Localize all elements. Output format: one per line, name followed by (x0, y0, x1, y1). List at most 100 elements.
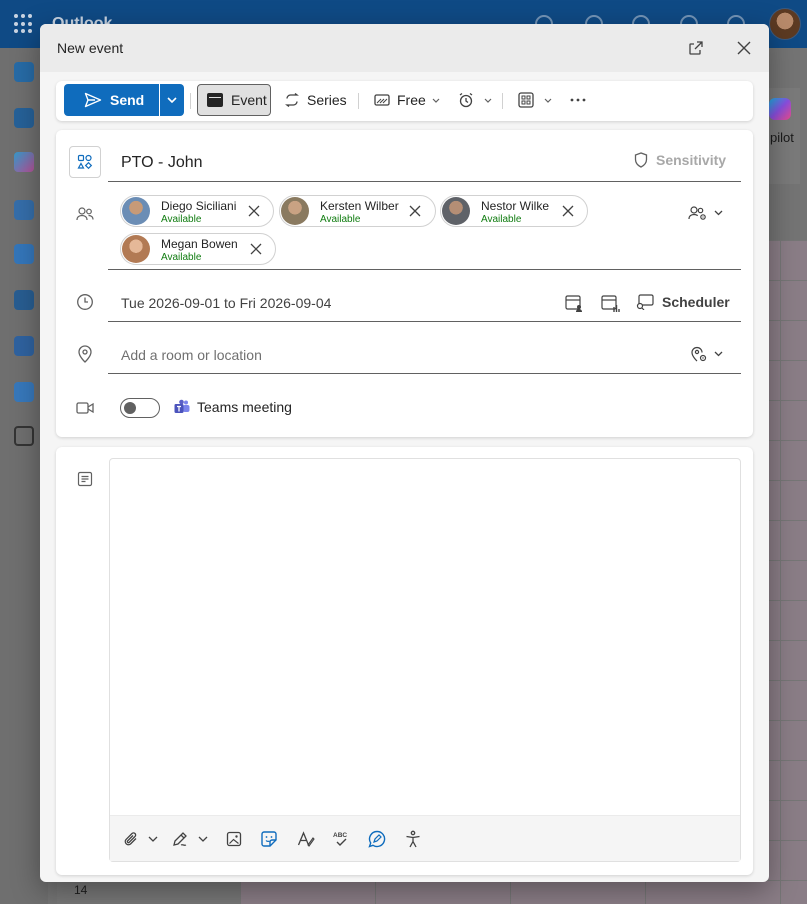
attendee-avatar (122, 197, 150, 225)
attendee-chip[interactable]: Nestor Wilke Available (440, 195, 588, 227)
toolbar-divider (502, 93, 503, 109)
accessibility-icon (406, 830, 420, 848)
location-icon (76, 345, 94, 363)
editor-icon (368, 830, 386, 848)
apps-button[interactable] (518, 84, 552, 116)
signature-options-button[interactable] (193, 829, 213, 849)
repeat-icon (285, 93, 299, 107)
series-label: Series (307, 92, 347, 108)
dialog-header: New event (40, 24, 769, 72)
insert-picture-button[interactable] (224, 829, 244, 849)
attendee-options-button[interactable] (688, 205, 723, 221)
editor-button[interactable] (367, 829, 387, 849)
chevron-down-icon (167, 97, 177, 103)
spell-check-icon: ABC (333, 832, 347, 846)
attach-options-button[interactable] (143, 829, 163, 849)
mail-icon[interactable] (14, 62, 34, 82)
category-button[interactable] (69, 146, 101, 178)
reminder-button[interactable] (458, 84, 492, 116)
people-settings-icon (688, 206, 706, 220)
remove-attendee-icon[interactable] (408, 204, 422, 218)
location-input[interactable]: Add a room or location (121, 347, 262, 363)
attendee-avatar (281, 197, 309, 225)
toggle-knob (124, 402, 136, 414)
more-options-button[interactable] (570, 84, 586, 116)
todo-icon[interactable] (14, 244, 34, 264)
attendee-name: Nestor Wilke (481, 199, 550, 213)
send-icon (84, 92, 102, 108)
date-range-picker[interactable]: Tue 2026-09-01 to Fri 2026-09-04 (121, 295, 331, 311)
event-type-button[interactable]: Event (197, 84, 271, 116)
emoji-icon (261, 831, 277, 847)
remove-attendee-icon[interactable] (249, 242, 263, 256)
scheduler-button[interactable]: Scheduler (636, 294, 730, 310)
files-icon[interactable] (14, 290, 34, 310)
attendee-name: Diego Siciliani (161, 199, 237, 213)
attendee-status: Available (481, 214, 522, 225)
chevron-down-icon (714, 210, 723, 216)
pop-out-button[interactable] (684, 36, 708, 60)
attendee-chip[interactable]: Diego Siciliani Available (120, 195, 274, 227)
calendar-chart-icon[interactable] (600, 293, 620, 313)
emoji-button[interactable] (259, 829, 279, 849)
onedrive-icon[interactable] (14, 382, 34, 402)
video-icon (76, 399, 94, 417)
chevron-down-icon (432, 98, 440, 103)
show-as-icon (374, 94, 390, 106)
chevron-down-icon (714, 351, 723, 357)
close-icon (737, 41, 751, 55)
calendar-icon (207, 93, 223, 107)
svg-text:ABC: ABC (333, 832, 347, 839)
send-options-button[interactable] (160, 84, 184, 116)
room-finder-button[interactable] (690, 345, 723, 363)
toolbar-divider (190, 93, 191, 109)
remove-attendee-icon[interactable] (247, 204, 261, 218)
copilot-rail-icon[interactable] (14, 152, 34, 172)
signature-button[interactable] (171, 829, 191, 849)
attendees-underline (108, 269, 741, 270)
image-icon (226, 831, 242, 847)
teams-meeting-toggle[interactable] (120, 398, 160, 418)
text-format-icon (297, 831, 315, 847)
apps-icon (518, 92, 534, 108)
org-icon[interactable] (14, 336, 34, 356)
app-launcher-icon[interactable] (14, 14, 34, 34)
teams-meeting-option: Teams meeting (174, 399, 292, 415)
scheduler-label: Scheduler (662, 294, 730, 310)
dialog-title: New event (57, 40, 124, 56)
people-rail-icon[interactable] (14, 200, 34, 220)
send-button[interactable]: Send (64, 84, 159, 116)
series-button[interactable]: Series (284, 84, 347, 116)
chevron-down-icon (198, 836, 208, 842)
spell-check-button[interactable]: ABC (331, 829, 351, 849)
chevron-down-icon (544, 98, 552, 103)
location-underline (108, 373, 741, 374)
attendee-chip[interactable]: Kersten Wilber Available (279, 195, 436, 227)
attendee-status: Available (161, 214, 202, 225)
attendee-avatar (442, 197, 470, 225)
send-label: Send (110, 92, 145, 108)
paperclip-icon (124, 832, 137, 846)
attach-button[interactable] (121, 829, 141, 849)
sensitivity-button[interactable]: Sensitivity (634, 152, 726, 168)
format-text-button[interactable] (296, 829, 316, 849)
event-toolbar: Send Event Series Free (56, 81, 753, 121)
shield-icon (634, 152, 648, 168)
attendee-chip[interactable]: Megan Bowen Available (120, 233, 276, 265)
accessibility-button[interactable] (403, 829, 423, 849)
pop-out-icon (689, 41, 703, 55)
calendar-rail-icon[interactable] (14, 108, 34, 128)
more-apps-icon[interactable] (14, 426, 34, 446)
remove-attendee-icon[interactable] (561, 204, 575, 218)
user-avatar[interactable] (769, 8, 801, 40)
calendar-person-icon[interactable] (564, 293, 584, 313)
show-as-button[interactable]: Free (374, 84, 440, 116)
event-body-editor[interactable]: ABC (109, 458, 741, 862)
attendee-name: Megan Bowen (161, 237, 238, 251)
title-underline (108, 181, 741, 182)
event-details-card: PTO - John Sensitivity Diego Siciliani A… (56, 130, 753, 437)
clock-icon (76, 293, 94, 311)
event-title-input[interactable]: PTO - John (121, 154, 203, 172)
close-button[interactable] (732, 36, 756, 60)
show-as-label: Free (397, 92, 426, 108)
